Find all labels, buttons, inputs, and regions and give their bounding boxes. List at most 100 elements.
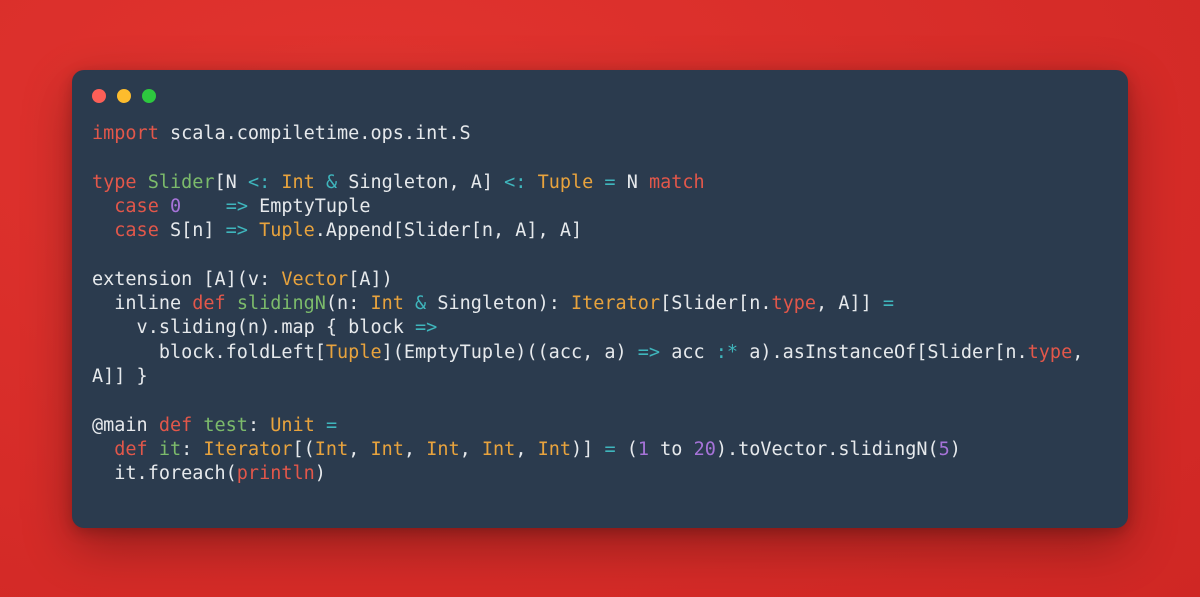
code-token: Tuple <box>259 220 315 242</box>
code-block[interactable]: import scala.compiletime.ops.int.S type … <box>72 122 1128 486</box>
code-token: ).toVector.slidingN( <box>715 438 939 460</box>
code-token: it.foreach( <box>92 463 237 485</box>
code-window: import scala.compiletime.ops.int.S type … <box>72 70 1128 528</box>
code-token: Int <box>481 438 516 460</box>
code-token: a).asInstanceOf[Slider[n. <box>738 341 1028 363</box>
code-line: case S[n] => Tuple.Append[Slider[n, A], … <box>92 219 1108 243</box>
code-token: ( <box>615 438 638 460</box>
code-token: => <box>225 220 248 242</box>
code-line: block.foldLeft[Tuple](EmptyTuple)((acc, … <box>92 341 1108 365</box>
code-token: type <box>771 293 817 315</box>
code-line: v.sliding(n).map { block => <box>92 316 1108 340</box>
code-token: .Append[Slider[n, A], A] <box>314 220 583 242</box>
code-token: test <box>203 414 248 436</box>
code-token: (n: <box>325 293 371 315</box>
code-token: case <box>114 220 159 242</box>
code-token: Int <box>314 438 349 460</box>
code-token: 5 <box>938 438 950 460</box>
code-token: case <box>114 195 159 217</box>
code-token: v.sliding(n).map { block <box>92 317 416 339</box>
code-token: = <box>882 293 895 315</box>
code-token: & <box>415 293 427 315</box>
code-token: : <box>247 414 271 436</box>
code-token: inline <box>92 293 193 315</box>
code-token: [( <box>292 438 315 460</box>
code-line: case 0 => EmptyTuple <box>92 195 1108 219</box>
code-token: 1 <box>637 438 650 460</box>
code-token: println <box>236 463 315 485</box>
code-token: <: <box>247 171 271 193</box>
code-token: => <box>225 195 248 217</box>
code-token: Int <box>370 438 404 460</box>
code-token: ](EmptyTuple)((acc, a) <box>381 341 638 363</box>
code-token: Int <box>426 438 460 460</box>
code-token: [N <box>214 171 248 193</box>
code-token: def <box>114 438 148 460</box>
code-line: inline def slidingN(n: Int & Singleton):… <box>92 292 1108 316</box>
code-token: S[n] <box>158 220 226 242</box>
code-line: type Slider[N <: Int & Singleton, A] <: … <box>92 171 1108 195</box>
code-token: Vector <box>281 268 349 290</box>
code-token: block.foldLeft[ <box>92 341 326 363</box>
maximize-window-icon[interactable] <box>142 89 156 103</box>
traffic-light-group <box>92 89 156 103</box>
code-token: acc <box>660 341 716 363</box>
code-token: Tuple <box>537 171 594 193</box>
code-token: ) <box>314 463 326 485</box>
code-token: 0 <box>169 195 182 217</box>
code-token: type <box>92 171 137 193</box>
code-token: Tuple <box>325 341 382 363</box>
code-line: @main def test: Unit = <box>92 414 1108 438</box>
code-line: A]] } <box>92 365 1108 389</box>
code-token: => <box>637 341 661 363</box>
code-token: import <box>92 123 159 144</box>
code-token: Singleton): <box>426 293 571 315</box>
code-token: , <box>515 438 538 460</box>
code-token: Unit <box>270 414 315 436</box>
code-token: it <box>158 438 182 460</box>
code-token: => <box>415 317 438 339</box>
page-background: import scala.compiletime.ops.int.S type … <box>0 0 1200 597</box>
code-token: Int <box>370 293 404 315</box>
minimize-window-icon[interactable] <box>117 89 131 103</box>
code-token: 20 <box>693 438 716 460</box>
code-token: type <box>1027 341 1073 363</box>
code-token: [Slider[n. <box>660 293 772 315</box>
code-token: = <box>604 438 616 460</box>
code-token: )] <box>571 438 605 460</box>
code-token: match <box>648 171 705 193</box>
code-token: slidingN <box>236 293 326 315</box>
code-token: Int <box>281 171 315 193</box>
code-token: ) <box>949 438 961 460</box>
code-line: it.foreach(println) <box>92 462 1108 486</box>
code-token: to <box>649 438 694 460</box>
code-token: <: <box>504 171 527 193</box>
close-window-icon[interactable] <box>92 89 106 103</box>
code-token: extension [A](v: <box>92 268 282 290</box>
code-token: , A]] <box>816 293 883 315</box>
code-token: def <box>158 414 193 436</box>
code-token: , <box>1072 341 1084 363</box>
code-token: = <box>604 171 616 193</box>
code-token: , <box>403 438 427 460</box>
code-token: , <box>459 438 482 460</box>
code-token: scala.compiletime.ops.int.S <box>158 123 471 144</box>
window-titlebar <box>72 70 1128 122</box>
code-line: import scala.compiletime.ops.int.S <box>92 122 1108 146</box>
code-line: def it: Iterator[(Int, Int, Int, Int, In… <box>92 438 1108 462</box>
code-token: & <box>325 171 338 193</box>
